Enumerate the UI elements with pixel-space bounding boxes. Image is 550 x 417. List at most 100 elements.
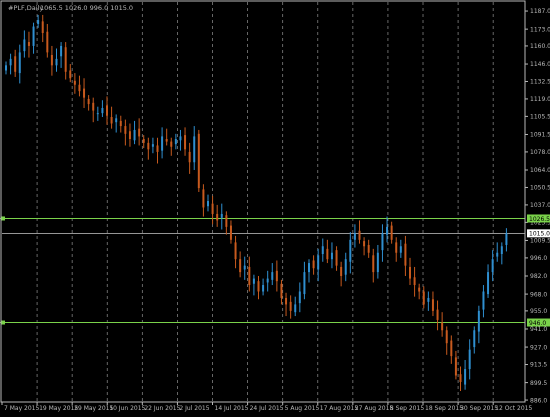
- bull-candle: [491, 259, 494, 273]
- y-tick-label: 996.0: [530, 255, 547, 262]
- bull-candle: [115, 118, 118, 123]
- y-tick-label: 1187.0: [530, 8, 550, 15]
- x-tick-label: 17 Aug 2015: [320, 405, 359, 412]
- bear-candle: [64, 47, 67, 72]
- bear-candle: [395, 242, 398, 253]
- bear-candle: [128, 131, 131, 139]
- level-badge-label: 1026.5: [529, 216, 550, 223]
- level-anchor-handle[interactable]: [1, 320, 5, 325]
- bear-candle: [459, 374, 462, 382]
- bull-candle: [464, 369, 467, 385]
- bull-candle: [101, 107, 104, 114]
- bear-candle: [289, 301, 292, 311]
- bear-candle: [454, 357, 457, 376]
- y-tick-label: 1078.0: [530, 149, 550, 156]
- bear-candle: [156, 145, 159, 152]
- bear-candle: [358, 230, 361, 240]
- level-anchor-handle[interactable]: [1, 216, 5, 221]
- bear-candle: [285, 297, 288, 305]
- bear-candle: [390, 225, 393, 240]
- y-tick-label: 1091.5: [530, 132, 550, 139]
- level-badge-label: 946.0: [529, 320, 546, 327]
- bear-candle: [404, 243, 407, 266]
- bull-candle: [381, 233, 384, 251]
- bull-candle: [386, 226, 389, 235]
- x-tick-label: 8 Sep 2015: [390, 405, 424, 412]
- bull-candle: [317, 255, 320, 270]
- bear-candle: [234, 242, 237, 260]
- bull-candle: [133, 129, 136, 141]
- x-tick-label: 27 Aug 2015: [355, 405, 394, 412]
- bear-candle: [142, 138, 145, 143]
- y-tick-label: 1119.0: [530, 96, 550, 103]
- bear-candle: [275, 270, 278, 282]
- x-tick-label: 5 Aug 2015: [285, 405, 320, 412]
- bear-candle: [445, 330, 448, 344]
- bear-candle: [184, 135, 187, 150]
- chart-window[interactable]: 1187.0 1173.0 1160.0 1146.0 1132.5 1119.0 1105…: [0, 0, 550, 413]
- bear-candle: [119, 120, 122, 127]
- x-tick-label: 2 Jul 2015: [179, 405, 209, 412]
- bear-candle: [422, 291, 425, 305]
- y-tick-label: 1064.0: [530, 167, 550, 174]
- y-tick-label: 1160.0: [530, 43, 550, 50]
- bull-candle: [505, 233, 508, 245]
- bull-candle: [496, 252, 499, 257]
- y-tick-label: 899.5: [530, 380, 547, 387]
- x-tick-label: 7 May 2015: [4, 405, 39, 412]
- bull-candle: [193, 136, 196, 163]
- bear-candle: [340, 266, 343, 276]
- bear-candle: [46, 31, 49, 53]
- bull-candle: [473, 330, 476, 348]
- bear-candle: [409, 266, 411, 279]
- chart-header: #PLF,Daily 1065.5 1026.0 996.0 1015.0: [8, 4, 133, 12]
- y-tick-label: 1009.5: [530, 238, 550, 245]
- bull-candle: [37, 20, 40, 24]
- bear-candle: [216, 213, 219, 221]
- bear-candle: [225, 215, 228, 227]
- bear-candle: [335, 250, 338, 266]
- bull-candle: [9, 58, 12, 66]
- ohlc-readout: 1065.5 1026.0 996.0 1015.0: [40, 4, 133, 12]
- bear-candle: [83, 88, 86, 98]
- bear-candle: [248, 266, 251, 286]
- bear-candle: [441, 322, 444, 331]
- bull-candle: [151, 144, 154, 147]
- bear-candle: [239, 259, 242, 273]
- bull-candle: [18, 52, 21, 74]
- bull-candle: [376, 252, 379, 273]
- bull-candle: [294, 304, 297, 313]
- y-tick-label: 913.5: [530, 362, 547, 369]
- y-tick-label: 1132.5: [530, 79, 550, 86]
- bear-candle: [363, 241, 366, 247]
- bear-candle: [170, 141, 173, 147]
- bull-candle: [266, 278, 269, 283]
- bull-candle: [220, 213, 223, 218]
- y-tick-label: 1146.0: [530, 61, 550, 68]
- bull-candle: [487, 272, 490, 295]
- y-tick-label: 941.0: [530, 326, 547, 333]
- bull-candle: [60, 45, 63, 57]
- x-tick-label: 14 Jul 2015: [215, 405, 249, 412]
- bull-candle: [298, 291, 301, 304]
- bear-candle: [450, 340, 453, 357]
- bull-candle: [161, 136, 164, 151]
- bear-candle: [78, 84, 81, 92]
- bull-candle: [252, 278, 255, 284]
- bear-candle: [312, 260, 315, 269]
- y-tick-label: 1105.5: [530, 114, 550, 121]
- bull-candle: [271, 272, 274, 280]
- bear-candle: [431, 299, 434, 311]
- bull-candle: [32, 26, 35, 46]
- bear-candle: [41, 21, 44, 34]
- x-tick-label: 12 Oct 2015: [495, 405, 532, 412]
- bear-candle: [14, 56, 17, 72]
- bear-candle: [372, 255, 375, 273]
- bull-candle: [207, 201, 209, 207]
- y-tick-label: 1037.0: [530, 202, 550, 209]
- bear-candle: [106, 105, 108, 116]
- bull-candle: [477, 310, 480, 332]
- bull-candle: [427, 297, 430, 302]
- price-chart[interactable]: 1187.0 1173.0 1160.0 1146.0 1132.5 1119.0 1105…: [0, 0, 550, 413]
- bull-candle: [353, 233, 356, 240]
